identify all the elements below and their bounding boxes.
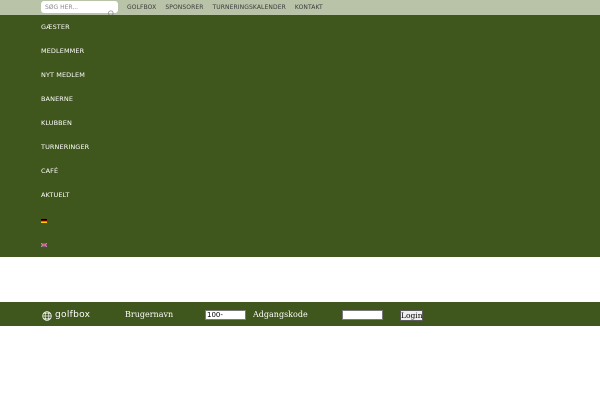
topnav-link-turneringskalender[interactable]: TURNERINGSKALENDER (213, 4, 286, 11)
menu-item-klubben[interactable]: KLUBBEN (41, 119, 72, 127)
topnav-link-golfbox[interactable]: GOLFBOX (127, 4, 156, 11)
topnav-link-kontakt[interactable]: KONTAKT (295, 4, 323, 11)
username-label: Brugernavn (125, 310, 174, 319)
menu-item-cafe[interactable]: CAFÉ (41, 167, 58, 175)
uk-flag-icon[interactable] (41, 243, 47, 247)
login-footer: golfbox Brugernavn Adgangskode Login (0, 302, 600, 326)
search-icon[interactable] (106, 3, 114, 18)
menu-item-nyt-medlem[interactable]: NYT MEDLEM (41, 71, 85, 79)
search-input[interactable] (45, 1, 105, 13)
logo-text: golfbox (55, 310, 91, 320)
menu-item-banerne[interactable]: BANERNE (41, 95, 73, 103)
menu-item-aktuelt[interactable]: AKTUELT (41, 191, 69, 199)
top-bar: GOLFBOX SPONSORER TURNERINGSKALENDER KON… (0, 0, 600, 18)
main-menu: GÆSTER MEDLEMMER NYT MEDLEM BANERNE KLUB… (0, 15, 600, 257)
login-button[interactable]: Login (400, 310, 423, 321)
german-flag-icon[interactable] (41, 219, 47, 223)
menu-item-medlemmer[interactable]: MEDLEMMER (41, 47, 84, 55)
password-label: Adgangskode (253, 310, 308, 319)
search-box[interactable] (41, 1, 118, 18)
password-field[interactable] (342, 310, 383, 320)
username-field[interactable] (205, 310, 246, 320)
menu-item-gaester[interactable]: GÆSTER (41, 23, 70, 31)
topnav-link-sponsorer[interactable]: SPONSORER (165, 4, 203, 11)
globe-icon (42, 306, 52, 325)
top-navigation: GOLFBOX SPONSORER TURNERINGSKALENDER KON… (127, 0, 332, 15)
menu-item-turneringer[interactable]: TURNERINGER (41, 143, 89, 151)
golfbox-logo[interactable]: golfbox (42, 310, 91, 321)
